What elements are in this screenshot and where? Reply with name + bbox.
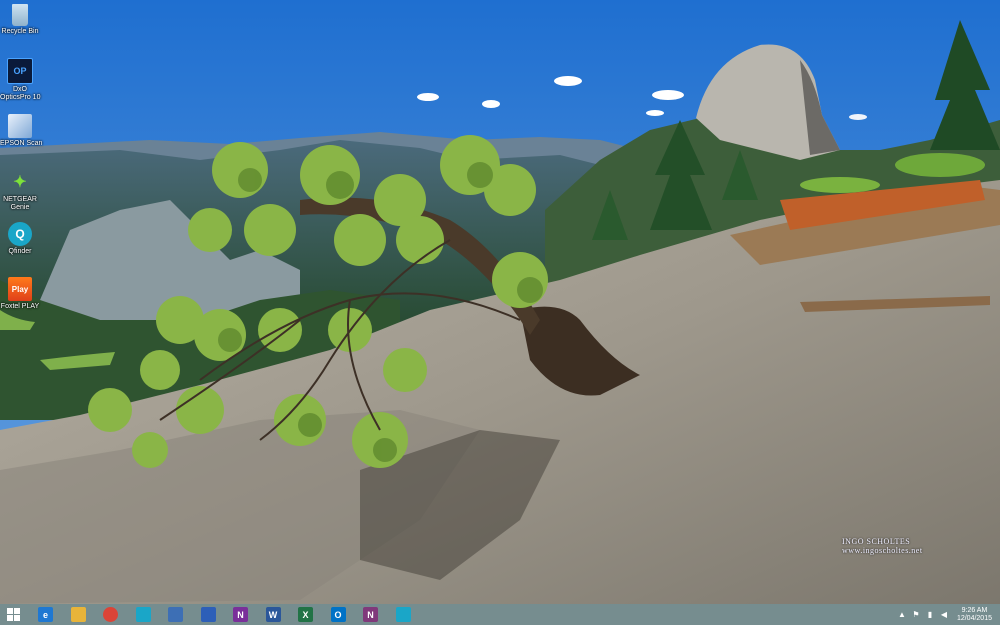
action-center-icon[interactable]: ⚑	[911, 610, 921, 620]
taskbar-item-network[interactable]	[165, 604, 187, 625]
taskbar-item-chrome[interactable]	[100, 604, 122, 625]
taskbar-item-onenote[interactable]: N	[230, 604, 252, 625]
outlook-icon: O	[330, 607, 346, 622]
dxo-opticspro-label-line1: DxO	[13, 86, 27, 93]
foxtel-play-label: Foxtel PLAY	[0, 303, 40, 310]
watermark-name: INGO SCHOLTES	[842, 537, 911, 546]
recycle-bin-label: Recycle Bin	[1, 28, 39, 35]
dxo-opticspro-icon: OP	[7, 58, 33, 84]
taskbar-item-word[interactable]: W	[262, 604, 284, 625]
start-button[interactable]	[2, 604, 24, 625]
epson-scan-label: EPSON Scan	[0, 140, 43, 147]
pinned-apps: eNWXON	[35, 604, 425, 625]
taskbar: e N W X O N ▲ ⚑ ▮ ◀ 9:26 AM 12/04/2015	[0, 604, 1000, 625]
excel-icon: X	[298, 607, 313, 622]
taskbar-item-app[interactable]	[197, 604, 219, 625]
desktop-wallpaper	[0, 0, 1000, 625]
watermark-url: www.ingoscholtes.net	[842, 546, 923, 555]
qfinder-2-icon	[395, 607, 411, 622]
taskbar-item-outlook[interactable]: O	[327, 604, 349, 625]
epson-scan-icon	[8, 114, 32, 138]
photographer-watermark: INGO SCHOLTES www.ingoscholtes.net	[842, 537, 923, 555]
onenote-2-icon: N	[363, 607, 378, 622]
show-hidden-icons-icon[interactable]: ▲	[897, 610, 907, 620]
qfinder-icon	[135, 607, 151, 622]
clock[interactable]: 9:26 AM 12/04/2015	[957, 607, 992, 623]
network-icon	[168, 607, 183, 622]
recycle-bin-icon	[12, 4, 28, 26]
taskbar-item-onenote-2[interactable]: N	[360, 604, 382, 625]
qfinder-icon: Q	[8, 222, 32, 246]
taskbar-item-qfinder[interactable]	[132, 604, 154, 625]
netgear-genie-label-line2: Genie	[10, 204, 30, 211]
netgear-genie-label-line1: NETGEAR	[3, 196, 37, 203]
netgear-genie-icon: ✦	[13, 174, 27, 191]
taskbar-item-qfinder-2[interactable]	[392, 604, 414, 625]
foxtel-play-icon: Play	[8, 277, 32, 301]
chrome-icon	[103, 607, 118, 622]
netgear-genie-shortcut[interactable]: ✦ NETGEAR Genie	[0, 170, 40, 212]
file-explorer-icon	[70, 607, 86, 622]
dxo-opticspro-label-line2: OpticsPro 10	[0, 94, 41, 101]
start-icon	[6, 608, 20, 621]
word-icon: W	[265, 607, 281, 622]
qfinder-label: Qfinder	[8, 248, 32, 255]
clock-date: 12/04/2015	[956, 614, 992, 622]
clock-time: 9:26 AM	[961, 606, 988, 614]
qfinder-shortcut[interactable]: Q Qfinder	[0, 222, 40, 256]
internet-explorer-icon: e	[38, 607, 53, 622]
epson-scan-shortcut[interactable]: EPSON Scan	[0, 114, 43, 148]
taskbar-item-internet-explorer[interactable]: e	[35, 604, 57, 625]
foxtel-play-shortcut[interactable]: Play Foxtel PLAY	[0, 277, 40, 311]
network-tray-icon[interactable]: ▮	[925, 610, 935, 620]
volume-icon[interactable]: ◀	[939, 610, 949, 620]
recycle-bin-shortcut[interactable]: Recycle Bin	[0, 4, 40, 36]
dxo-opticspro-shortcut[interactable]: OP DxO OpticsPro 10	[0, 58, 40, 102]
taskbar-item-excel[interactable]: X	[295, 604, 317, 625]
taskbar-item-file-explorer[interactable]	[67, 604, 89, 625]
system-tray: ▲ ⚑ ▮ ◀ 9:26 AM 12/04/2015	[897, 604, 992, 625]
onenote-icon: N	[233, 607, 248, 622]
app-icon	[200, 607, 216, 622]
